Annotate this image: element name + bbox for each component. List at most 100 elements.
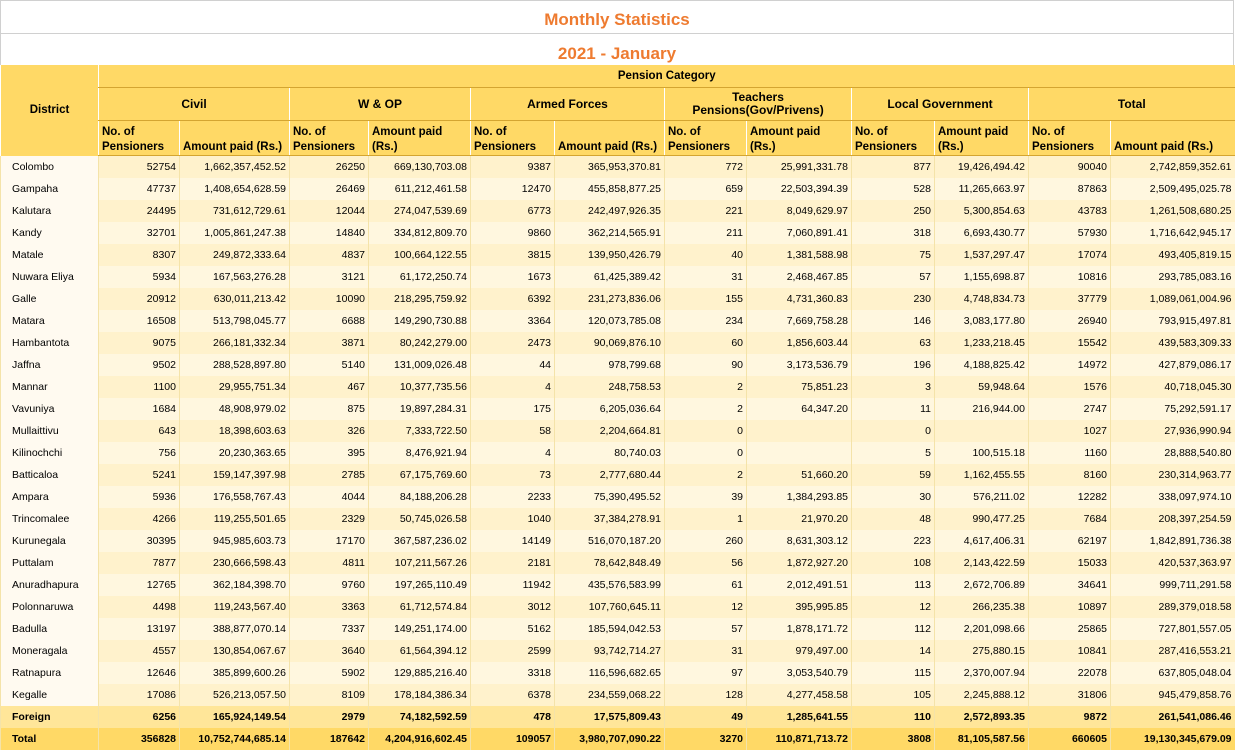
value-cell: 47737 — [98, 178, 180, 200]
value-cell: 165,924,149.54 — [179, 706, 290, 728]
table-row: Matara 16508 513,798,045.77 6688 149,290,730… — [0, 310, 1235, 332]
value-cell: 3640 — [289, 640, 369, 662]
value-cell: 2,370,007.94 — [934, 662, 1029, 684]
col-header-pensioners: No. of Pensioners — [851, 120, 935, 156]
value-cell: 877 — [851, 155, 935, 178]
value-cell: 22,503,394.39 — [746, 178, 852, 200]
value-cell: 4044 — [289, 486, 369, 508]
group-header-total: Total — [1027, 87, 1235, 121]
value-cell: 288,528,897.80 — [179, 354, 290, 376]
table-row: Badulla 13197 388,877,070.14 7337 149,251,17… — [0, 618, 1235, 640]
table-row: Hambantota 9075 266,181,332.34 3871 80,242,2… — [0, 332, 1235, 354]
value-cell: 10,377,735.56 — [368, 376, 471, 398]
value-cell: 2,468,467.85 — [746, 266, 852, 288]
value-cell: 107,211,567.26 — [368, 552, 471, 574]
value-cell: 3364 — [470, 310, 555, 332]
value-cell: 49 — [664, 706, 747, 728]
value-cell: 4,617,406.31 — [934, 530, 1029, 552]
value-cell: 2 — [664, 464, 747, 486]
value-cell: 80,740.03 — [554, 442, 665, 464]
value-cell: 29,955,751.34 — [179, 376, 290, 398]
value-cell: 139,950,426.79 — [554, 244, 665, 266]
value-cell: 105 — [851, 684, 935, 706]
value-cell: 131,009,026.48 — [368, 354, 471, 376]
value-cell: 90 — [664, 354, 747, 376]
value-cell: 11,265,663.97 — [934, 178, 1029, 200]
col-header-amount: Amount paid (Rs.) — [554, 120, 665, 156]
value-cell: 187642 — [289, 728, 369, 750]
value-cell: 32701 — [98, 222, 180, 244]
value-cell: 115 — [851, 662, 935, 684]
value-cell: 2599 — [470, 640, 555, 662]
value-cell: 15033 — [1028, 552, 1111, 574]
district-cell: Anuradhapura — [0, 574, 99, 596]
district-cell: Matale — [0, 244, 99, 266]
table-row: Kandy 32701 1,005,861,247.38 14840 334,812,8… — [0, 222, 1235, 244]
value-cell: 78,642,848.49 — [554, 552, 665, 574]
value-cell: 3,980,707,090.22 — [554, 728, 665, 750]
value-cell: 19,897,284.31 — [368, 398, 471, 420]
value-cell: 395 — [289, 442, 369, 464]
value-cell: 75 — [851, 244, 935, 266]
value-cell: 1673 — [470, 266, 555, 288]
value-cell: 4837 — [289, 244, 369, 266]
table-header: District Pension Category Civil W & OP A… — [0, 65, 1235, 156]
value-cell: 334,812,809.70 — [368, 222, 471, 244]
value-cell: 17170 — [289, 530, 369, 552]
district-cell: Mullaittivu — [0, 420, 99, 442]
value-cell: 75,390,495.52 — [554, 486, 665, 508]
value-cell: 3,083,177.80 — [934, 310, 1029, 332]
value-cell: 178,184,386.34 — [368, 684, 471, 706]
value-cell: 17,575,809.43 — [554, 706, 665, 728]
value-cell: 478 — [470, 706, 555, 728]
value-cell: 2,201,098.66 — [934, 618, 1029, 640]
value-cell: 48,908,979.02 — [179, 398, 290, 420]
value-cell: 97 — [664, 662, 747, 684]
value-cell: 2,204,664.81 — [554, 420, 665, 442]
table-row: Mannar 1100 29,955,751.34 467 10,377,735.56 4… — [0, 376, 1235, 398]
value-cell: 9860 — [470, 222, 555, 244]
value-cell: 1,408,654,628.59 — [179, 178, 290, 200]
value-cell: 0 — [664, 442, 747, 464]
value-cell: 1,384,293.85 — [746, 486, 852, 508]
value-cell: 385,899,600.26 — [179, 662, 290, 684]
group-header-teachers: Teachers Pensions(Gov/Privens) — [664, 87, 852, 121]
value-cell: 289,379,018.58 — [1109, 596, 1235, 618]
value-cell: 52754 — [98, 155, 180, 178]
value-cell: 2,012,491.51 — [746, 574, 852, 596]
value-cell: 73 — [470, 464, 555, 486]
value-cell: 196 — [851, 354, 935, 376]
value-cell: 234 — [664, 310, 747, 332]
value-cell: 59 — [851, 464, 935, 486]
value-cell: 1100 — [98, 376, 180, 398]
group-header-wop: W & OP — [289, 87, 471, 121]
district-cell: Nuwara Eliya — [0, 266, 99, 288]
value-cell: 37779 — [1028, 288, 1111, 310]
col-header-amount: Amount paid (Rs.) — [934, 120, 1029, 156]
value-cell: 7877 — [98, 552, 180, 574]
value-cell: 660605 — [1028, 728, 1111, 750]
value-cell: 58 — [470, 420, 555, 442]
value-cell: 230,666,598.43 — [179, 552, 290, 574]
value-cell: 10897 — [1028, 596, 1111, 618]
district-cell: Kilinochchi — [0, 442, 99, 464]
value-cell: 11 — [851, 398, 935, 420]
value-cell: 4266 — [98, 508, 180, 530]
district-cell: Ampara — [0, 486, 99, 508]
district-cell: Kalutara — [0, 200, 99, 222]
value-cell: 875 — [289, 398, 369, 420]
value-cell: 611,212,461.58 — [368, 178, 471, 200]
value-cell: 249,872,333.64 — [179, 244, 290, 266]
value-cell: 8109 — [289, 684, 369, 706]
value-cell: 2979 — [289, 706, 369, 728]
value-cell: 197,265,110.49 — [368, 574, 471, 596]
value-cell: 149,251,174.00 — [368, 618, 471, 640]
value-cell: 62197 — [1028, 530, 1111, 552]
value-cell: 11942 — [470, 574, 555, 596]
col-header-pensioners: No. of Pensioners — [664, 120, 747, 156]
value-cell: 64,347.20 — [746, 398, 852, 420]
value-cell: 2329 — [289, 508, 369, 530]
value-cell: 234,559,068.22 — [554, 684, 665, 706]
value-cell: 26469 — [289, 178, 369, 200]
value-cell: 643 — [98, 420, 180, 442]
